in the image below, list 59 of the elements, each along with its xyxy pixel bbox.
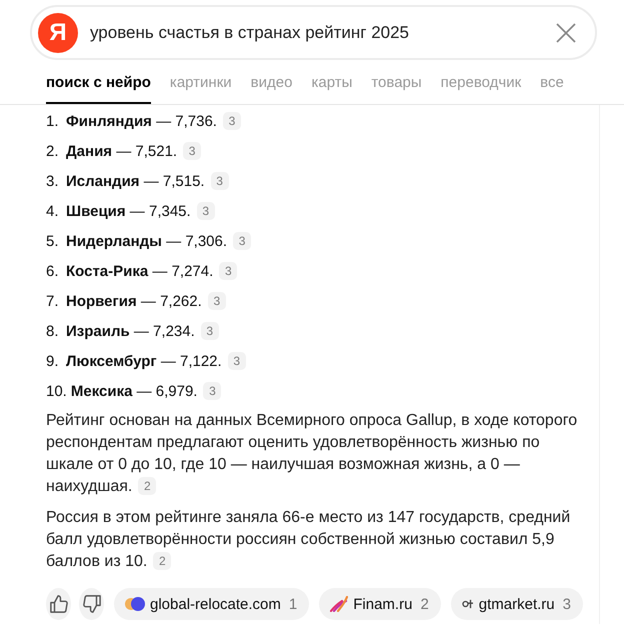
citation-link[interactable]: 3	[200, 322, 219, 340]
list-number: 10.	[46, 382, 68, 400]
list-number: 8.	[46, 322, 60, 340]
close-icon	[555, 22, 577, 44]
citation-link[interactable]: 3	[219, 262, 238, 280]
tab[interactable]: переводчик	[440, 60, 522, 104]
tab[interactable]: видео	[250, 60, 292, 104]
logo[interactable]: Я	[38, 12, 78, 52]
citation-link[interactable]: 2	[138, 477, 156, 495]
list-item-text: Исландия — 7,515.	[66, 172, 205, 190]
tab[interactable]: все	[540, 60, 564, 104]
citation-link[interactable]: 3	[208, 292, 226, 310]
search-input[interactable]: уровень счастья в странах рейтинг 2025	[90, 20, 543, 44]
source-link[interactable]: Finam.ru 2	[319, 588, 441, 620]
list-item-text: Дания — 7,521.	[66, 142, 178, 160]
list-item-text: Израиль — 7,234.	[66, 322, 195, 340]
list-item-text: Коста-Рика — 7,274.	[66, 262, 214, 280]
tab[interactable]: карты	[311, 60, 352, 104]
citation-count: 1	[288, 596, 298, 612]
citation-count: 3	[562, 596, 571, 612]
list-item-text: Люксембург — 7,122.	[66, 352, 222, 370]
list-number: 3.	[46, 172, 60, 190]
list-number: 6.	[46, 262, 60, 280]
clear-button[interactable]	[555, 22, 577, 44]
citation-link[interactable]: 3	[203, 382, 222, 400]
circles-icon	[125, 597, 145, 611]
list-item-text: Финляндия — 7,736.	[66, 112, 217, 130]
citation-link[interactable]: 3	[196, 202, 215, 220]
list-item-text: Мексика — 6,979.	[70, 382, 198, 400]
citation-link[interactable]: 3	[233, 232, 252, 250]
citation-link[interactable]: 2	[153, 552, 172, 570]
like-button[interactable]	[46, 588, 71, 620]
source-link[interactable]: gtmarket.ru 3	[450, 588, 583, 620]
citation-link[interactable]: 3	[228, 352, 246, 370]
ring-cross-icon	[462, 599, 474, 609]
list-item-text: Норвегия — 7,262.	[66, 292, 202, 310]
thumbs-up-icon	[50, 595, 68, 613]
search-field[interactable]: Я уровень счастья в странах рейтинг 2025	[30, 5, 597, 60]
list-number: 1.	[46, 112, 60, 130]
thumbs-down-icon	[82, 595, 100, 613]
citation-link[interactable]: 3	[183, 142, 202, 160]
list-number: 7.	[46, 292, 60, 310]
dislike-button[interactable]	[79, 588, 104, 620]
citation-link[interactable]: 3	[222, 112, 241, 130]
list-number: 5.	[46, 232, 60, 250]
stripes-icon	[330, 596, 348, 612]
citation-count: 2	[420, 596, 429, 612]
list-item-text: Нидерланды — 7,306.	[66, 232, 228, 250]
list-number: 9.	[46, 352, 60, 370]
tab[interactable]: товары	[371, 60, 422, 104]
tab[interactable]: картинки	[170, 60, 232, 104]
tab[interactable]: поиск с нейро	[46, 60, 151, 104]
source-link[interactable]: global-relocate.com 1	[114, 588, 310, 620]
citation-link[interactable]: 3	[210, 172, 229, 190]
list-number: 2.	[46, 142, 60, 160]
list-item-text: Швеция — 7,345.	[66, 202, 191, 220]
list-number: 4.	[46, 202, 60, 220]
answer-paragraph: Рейтинг основан на данных Всемирного опроса Gallup, в ходе которого респондентам предлагают оценить удовлетворённость жизнью по шкале от 0 до 10, где 10 — наилучшая возможная жизнь, а 0 — наихудшая. 2	[46, 411, 578, 497]
answer-paragraph: Россия в этом рейтинге заняла 66-е место из 147 государств, средний балл удовлетворённости россиян собственной жизнью составил 5,9 баллов из 10. 2	[46, 508, 572, 572]
